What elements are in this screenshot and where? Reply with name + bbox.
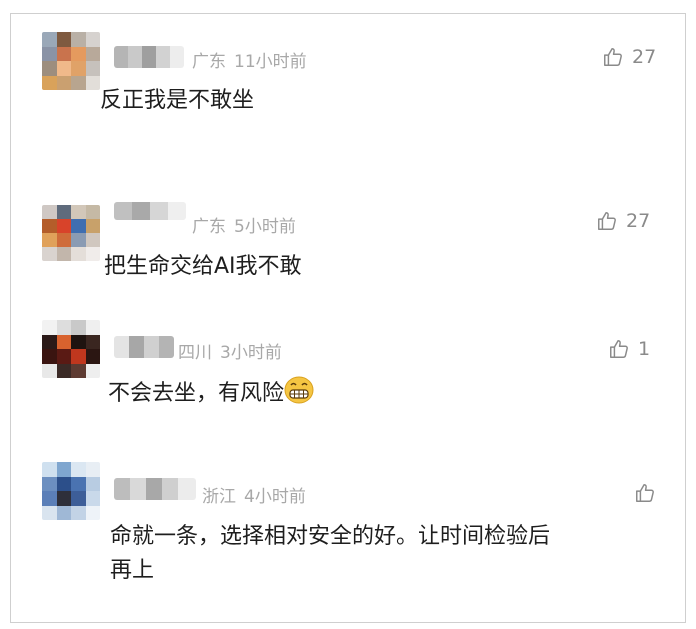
comment-meta: 浙江 4小时前 <box>202 482 306 507</box>
timestamp: 5小时前 <box>234 217 296 237</box>
avatar[interactable] <box>42 32 100 90</box>
like-button[interactable]: 27 <box>596 210 650 232</box>
comment-meta: 广东 5小时前 <box>192 212 296 237</box>
thumbs-up-icon <box>610 340 628 358</box>
comment-text: 反正我是不敢坐 <box>100 88 255 113</box>
comment-meta: 四川 3小时前 <box>178 338 282 363</box>
comment-text-body: 不会去坐，有风险 <box>108 381 285 406</box>
like-count: 27 <box>632 46 657 68</box>
username-blurred[interactable] <box>114 46 184 68</box>
like-count: 27 <box>626 210 651 232</box>
comment-text: 不会去坐，有风险 <box>108 376 314 415</box>
like-button[interactable]: 1 <box>608 338 650 360</box>
like-button[interactable]: 27 <box>602 46 656 68</box>
timestamp: 11小时前 <box>234 52 307 72</box>
region: 浙江 <box>202 487 236 507</box>
comment-meta: 广东 11小时前 <box>192 47 307 72</box>
timestamp: 3小时前 <box>220 343 282 363</box>
like-button[interactable] <box>634 482 664 504</box>
comment-text-line: 命就一条，选择相对安全的好。让时间检验后 <box>110 524 551 549</box>
region: 广东 <box>192 52 226 72</box>
avatar[interactable] <box>42 205 100 261</box>
username-blurred[interactable] <box>114 478 196 500</box>
username-blurred[interactable] <box>114 202 186 220</box>
avatar[interactable] <box>42 462 100 520</box>
comment-text-line: 再上 <box>110 558 155 583</box>
timestamp: 4小时前 <box>244 487 306 507</box>
thumbs-up-icon <box>604 48 622 66</box>
thumbs-up-icon <box>636 484 654 502</box>
region: 四川 <box>178 343 212 363</box>
thumbs-up-icon <box>598 212 616 230</box>
avatar[interactable] <box>42 320 100 378</box>
username-blurred[interactable] <box>114 336 174 358</box>
grinning-face-icon <box>284 376 314 415</box>
like-count: 1 <box>638 338 651 360</box>
comment-text: 命就一条，选择相对安全的好。让时间检验后 再上 <box>110 520 550 588</box>
comment-text: 把生命交给AI我不敢 <box>104 254 302 279</box>
region: 广东 <box>192 217 226 237</box>
